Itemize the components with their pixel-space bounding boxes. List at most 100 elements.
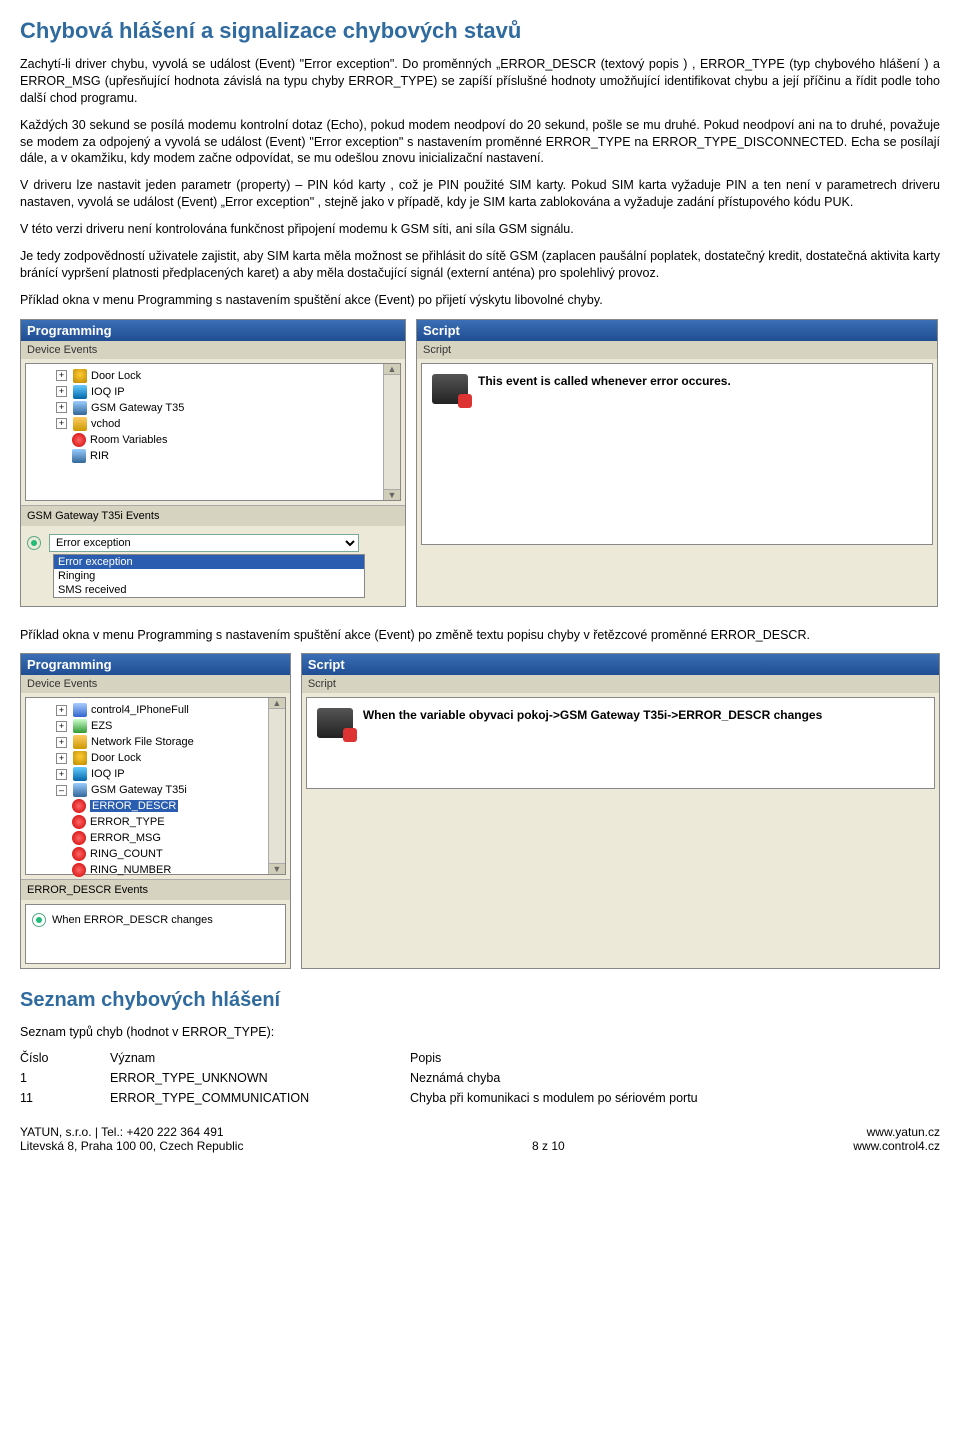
- variable-icon: [72, 433, 86, 447]
- table-row: 11 ERROR_TYPE_COMMUNICATION Chyba při ko…: [20, 1091, 940, 1105]
- expand-icon[interactable]: +: [56, 753, 67, 764]
- tree-item-selected[interactable]: ERROR_DESCR: [90, 800, 178, 812]
- list-option[interactable]: Ringing: [54, 569, 364, 583]
- list-option[interactable]: SMS received: [54, 583, 364, 597]
- event-item[interactable]: When ERROR_DESCR changes: [52, 914, 213, 926]
- expand-icon[interactable]: +: [56, 769, 67, 780]
- device-icon: [73, 767, 87, 781]
- device-events-label: Device Events: [21, 341, 405, 359]
- folder-icon: [73, 417, 87, 431]
- radio-selected[interactable]: [32, 913, 46, 927]
- event-listbox[interactable]: Error exception Ringing SMS received: [53, 554, 365, 598]
- event-combobox[interactable]: Error exception: [49, 534, 359, 552]
- event-selector-area: Error exception Error exception Ringing …: [21, 526, 405, 606]
- programming-panel: Programming Device Events +control4_IPho…: [20, 653, 291, 969]
- panel-title: Script: [302, 654, 939, 675]
- tree-item[interactable]: Room Variables: [90, 434, 167, 446]
- expand-icon[interactable]: +: [56, 418, 67, 429]
- scrollbar[interactable]: [383, 364, 400, 500]
- tree-item[interactable]: RING_NUMBER: [90, 864, 171, 876]
- table-header: Číslo Význam Popis: [20, 1051, 940, 1065]
- col-header: Číslo: [20, 1051, 80, 1065]
- expand-icon[interactable]: +: [56, 705, 67, 716]
- expand-icon[interactable]: +: [56, 370, 67, 381]
- expand-icon[interactable]: +: [56, 402, 67, 413]
- variable-icon: [72, 831, 86, 845]
- tree-item[interactable]: ERROR_MSG: [90, 832, 161, 844]
- radio-selected[interactable]: [27, 536, 41, 550]
- lock-icon: [73, 751, 87, 765]
- device-tree[interactable]: + Door Lock + IOQ IP + GSM Gateway T35 + vch…: [25, 363, 401, 501]
- variable-icon: [72, 815, 86, 829]
- tree-item[interactable]: IOQ IP: [91, 386, 125, 398]
- variable-icon: [72, 863, 86, 877]
- footer-company: YATUN, s.r.o. | Tel.: +420 222 364 491: [20, 1125, 243, 1139]
- page-heading: Chybová hlášení a signalizace chybových …: [20, 18, 940, 44]
- script-panel: Script Script This event is called whene…: [416, 319, 938, 607]
- footer-address: Litevská 8, Praha 100 00, Czech Republic: [20, 1139, 243, 1153]
- lock-icon: [73, 369, 87, 383]
- page-footer: YATUN, s.r.o. | Tel.: +420 222 364 491 L…: [20, 1125, 940, 1153]
- cell: 11: [20, 1091, 80, 1105]
- tree-item[interactable]: ERROR_TYPE: [90, 816, 165, 828]
- script-action-icon: [432, 374, 468, 404]
- device-icon: [72, 449, 86, 463]
- tree-item[interactable]: RING_COUNT: [90, 848, 163, 860]
- script-description: This event is called whenever error occu…: [478, 374, 731, 388]
- script-panel: Script Script When the variable obyvaci …: [301, 653, 940, 969]
- tree-item[interactable]: IOQ IP: [91, 768, 125, 780]
- script-body[interactable]: When the variable obyvaci pokoj->GSM Gat…: [306, 697, 935, 789]
- script-sub-label: Script: [417, 341, 937, 359]
- device-icon: [73, 401, 87, 415]
- tree-item[interactable]: EZS: [91, 720, 112, 732]
- paragraph: Je tedy zodpovědností uživatele zajistit…: [20, 248, 940, 282]
- tree-item[interactable]: GSM Gateway T35i: [91, 784, 187, 796]
- cell: 1: [20, 1071, 80, 1085]
- device-icon: [73, 385, 87, 399]
- cell: ERROR_TYPE_UNKNOWN: [110, 1071, 380, 1085]
- paragraph: Zachytí-li driver chybu, vyvolá se událo…: [20, 56, 940, 107]
- device-icon: [73, 783, 87, 797]
- cell: Neznámá chyba: [410, 1071, 500, 1085]
- expand-icon[interactable]: +: [56, 737, 67, 748]
- tree-item[interactable]: GSM Gateway T35: [91, 402, 184, 414]
- device-icon: [73, 703, 87, 717]
- table-row: 1 ERROR_TYPE_UNKNOWN Neznámá chyba: [20, 1071, 940, 1085]
- paragraph: Příklad okna v menu Programming s nastav…: [20, 627, 940, 644]
- programming-example-2: Programming Device Events +control4_IPho…: [20, 653, 940, 969]
- list-option-selected[interactable]: Error exception: [54, 555, 364, 569]
- footer-page-number: 8 z 10: [243, 1125, 853, 1153]
- paragraph: Příklad okna v menu Programming s nastav…: [20, 292, 940, 309]
- programming-panel: Programming Device Events + Door Lock + IO…: [20, 319, 406, 607]
- collapse-icon[interactable]: –: [56, 785, 67, 796]
- footer-url: www.control4.cz: [853, 1139, 940, 1153]
- expand-icon[interactable]: +: [56, 721, 67, 732]
- expand-icon[interactable]: +: [56, 386, 67, 397]
- device-icon: [73, 719, 87, 733]
- variable-icon: [72, 799, 86, 813]
- paragraph: V této verzi driveru není kontrolována f…: [20, 221, 940, 238]
- script-body[interactable]: This event is called whenever error occu…: [421, 363, 933, 545]
- scrollbar[interactable]: [268, 698, 285, 874]
- device-tree[interactable]: + control4_IPhoneFull + EZS + Network File …: [25, 697, 286, 875]
- tree-item[interactable]: RIR: [90, 450, 109, 462]
- tree-item[interactable]: Door Lock: [91, 752, 141, 764]
- panel-title: Programming: [21, 654, 290, 675]
- paragraph: Seznam typů chyb (hodnot v ERROR_TYPE):: [20, 1024, 940, 1041]
- footer-right: www.yatun.cz www.control4.cz: [853, 1125, 940, 1153]
- tree-item[interactable]: control4_IPhoneFull: [91, 704, 189, 716]
- panel-title: Programming: [21, 320, 405, 341]
- script-description: When the variable obyvaci pokoj->GSM Gat…: [363, 708, 822, 722]
- event-list[interactable]: When ERROR_DESCR changes: [25, 904, 286, 964]
- script-sub-label: Script: [302, 675, 939, 693]
- col-header: Význam: [110, 1051, 380, 1065]
- tree-item[interactable]: Network File Storage: [91, 736, 194, 748]
- storage-icon: [73, 735, 87, 749]
- events-section-label: GSM Gateway T35i Events: [21, 505, 405, 526]
- footer-left: YATUN, s.r.o. | Tel.: +420 222 364 491 L…: [20, 1125, 243, 1153]
- tree-item[interactable]: vchod: [91, 418, 120, 430]
- tree-item[interactable]: Door Lock: [91, 370, 141, 382]
- cell: ERROR_TYPE_COMMUNICATION: [110, 1091, 380, 1105]
- footer-url: www.yatun.cz: [853, 1125, 940, 1139]
- paragraph: V driveru lze nastavit jeden parametr (p…: [20, 177, 940, 211]
